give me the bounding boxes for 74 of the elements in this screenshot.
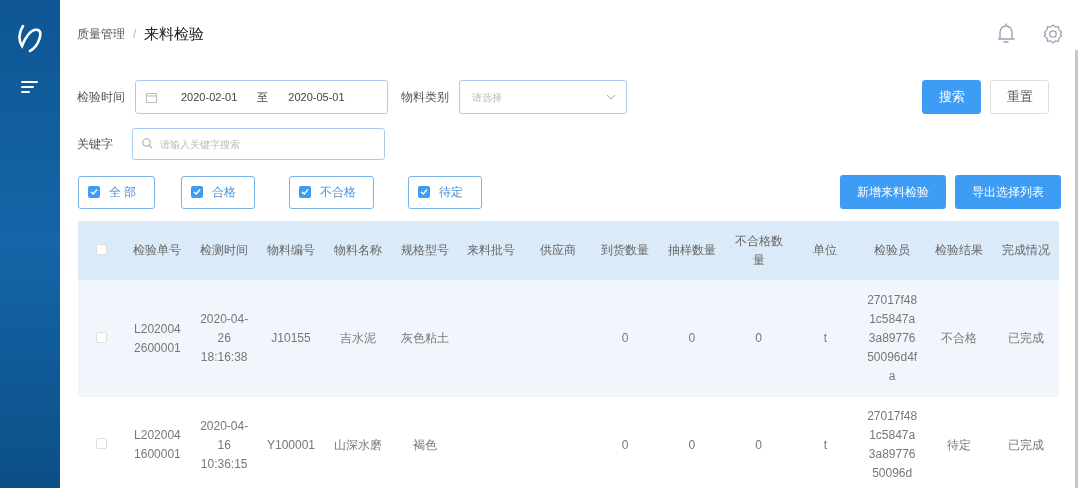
table-cell: 灰色粘土 (400, 331, 449, 345)
table-cell: 0 (755, 437, 762, 452)
menu-icon[interactable] (21, 80, 39, 94)
breadcrumb-link[interactable]: 质量管理 (77, 25, 125, 43)
settings-icon[interactable] (1042, 23, 1064, 45)
table-cell: 27017f481c5847a3a8977650096d (867, 409, 918, 480)
scrollbar[interactable] (1075, 50, 1078, 488)
chevron-down-icon (606, 94, 616, 100)
table-cell: 0 (621, 437, 629, 452)
table-cell: 0 (621, 331, 629, 345)
start-date: 2020-02-01 (181, 89, 238, 105)
category-select[interactable]: 请选择 (459, 80, 627, 114)
field-label: 物料类别 (401, 89, 450, 106)
table-cell: 山深水磨 (333, 437, 382, 452)
row-checkbox[interactable] (95, 331, 107, 343)
export-button[interactable]: 导出选择列表 (955, 175, 1061, 209)
table-cell: 2020-04-16 10:36:15 (200, 418, 249, 471)
table-cell: 待定 (946, 437, 971, 452)
table-cell: 27017f481c5847a3a8977650096d4fa (867, 293, 918, 383)
table-cell: 已完成 (1007, 437, 1044, 452)
table-cell: Y100001 (266, 437, 315, 452)
table-cell: 2020-04-26 18:16:38 (200, 312, 249, 364)
select-placeholder: 请选择 (472, 90, 503, 105)
checkbox[interactable] (418, 186, 430, 198)
calendar-icon (146, 91, 157, 103)
column-header: 完成情况 (1001, 243, 1050, 257)
column-header: 物料名称 (333, 243, 382, 257)
table-cell: 不合格 (940, 331, 977, 345)
field-label: 检验时间 (77, 89, 126, 106)
table-cell: L2020041600001 (134, 428, 181, 461)
column-header: 检验结果 (934, 243, 983, 257)
column-header: 规格型号 (400, 243, 449, 257)
status-filter[interactable]: 全 部 (78, 175, 155, 209)
column-header: 检验单号 (133, 243, 182, 257)
checkbox[interactable] (88, 186, 100, 198)
column-header: 抽样数量 (667, 243, 716, 257)
column-header: 供应商 (540, 243, 577, 257)
table-cell: t (823, 437, 828, 452)
table-cell: 褐色 (412, 437, 437, 452)
column-header: 来料批号 (467, 243, 516, 257)
table-cell: 0 (688, 331, 696, 345)
column-header: 到货数量 (600, 243, 649, 257)
column-header: 单位 (813, 243, 838, 257)
row-checkbox[interactable] (95, 438, 107, 449)
breadcrumb-separator: / (133, 26, 137, 43)
table-cell: 0 (688, 437, 696, 452)
table-cell: 吉水泥 (339, 331, 376, 345)
checkbox[interactable] (191, 186, 203, 198)
range-separator: 至 (257, 89, 269, 105)
status-filter[interactable]: 不合格 (289, 175, 374, 209)
column-header: 检测时间 (200, 243, 249, 257)
table-cell: 0 (755, 331, 762, 345)
table-cell: 已完成 (1007, 331, 1044, 345)
checkbox[interactable] (299, 186, 311, 198)
keyword-search-field[interactable]: 请输入关键字搜索 (132, 128, 385, 160)
date-range-field[interactable]: 2020-02-01 至 2020-05-01 (135, 80, 388, 114)
column-header: 物料编号 (267, 243, 315, 257)
status-filter[interactable]: 待定 (408, 175, 482, 209)
add-inspection-button[interactable]: 新增来料检验 (840, 175, 946, 209)
row-checkbox[interactable] (95, 243, 107, 255)
reset-button[interactable]: 重置 (990, 80, 1049, 114)
search-button[interactable]: 搜索 (922, 80, 981, 114)
search-icon (142, 138, 153, 149)
page-title: 来料检验 (144, 23, 205, 44)
status-filter[interactable]: 合格 (181, 175, 255, 209)
bell-icon[interactable] (996, 23, 1016, 45)
table-cell: t (823, 331, 828, 345)
table-cell: L2020042600001 (134, 321, 181, 355)
column-header: 不合格数量 (734, 233, 783, 267)
end-date: 2020-05-01 (288, 89, 345, 105)
logo-icon (17, 22, 43, 54)
column-header: 检验员 (874, 243, 911, 257)
field-label: 关键字 (77, 136, 114, 153)
table-cell: J10155 (271, 331, 311, 345)
